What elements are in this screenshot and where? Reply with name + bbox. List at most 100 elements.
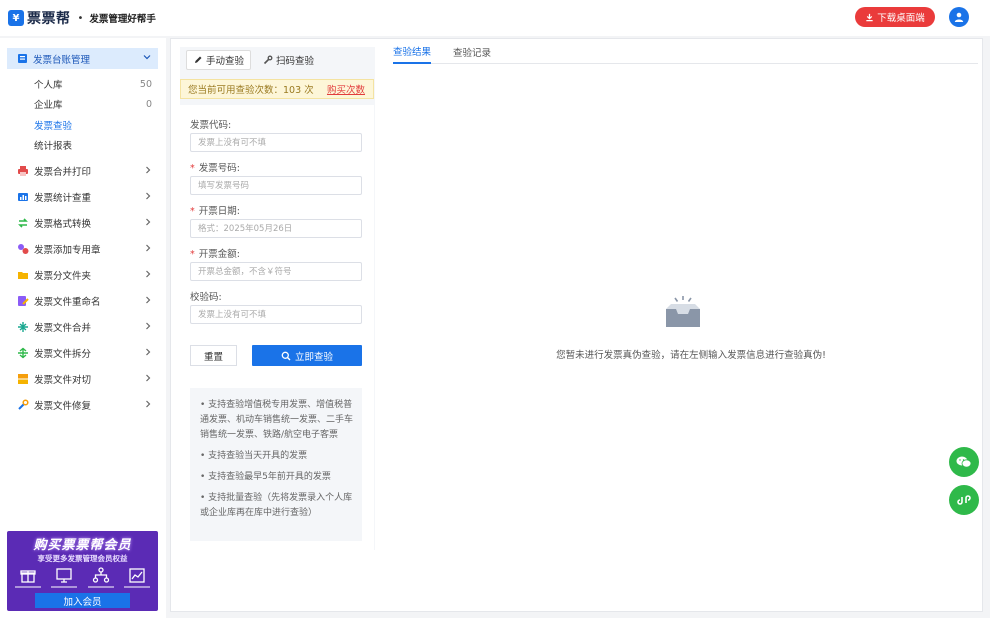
sidebar-item-invoice-check[interactable]: 发票查验	[34, 117, 152, 133]
sidebar-item-label: 发票分文件夹	[34, 271, 92, 282]
item-count: 0	[145, 98, 152, 110]
sidebar-item-label: 企业库	[34, 100, 63, 111]
sidebar-item-label: 发票合并打印	[34, 167, 92, 178]
gift-icon	[15, 566, 41, 588]
wrench-icon	[263, 55, 273, 65]
quota-text: 您当前可用查验次数：103 次	[188, 85, 314, 96]
sidebar-item-label: 发票文件拆分	[34, 349, 92, 360]
promo-benefit-icons	[15, 566, 150, 588]
cut-icon	[17, 373, 29, 385]
logo-separator: •	[77, 12, 84, 24]
calendar-chart-icon	[123, 566, 150, 588]
sidebar-item-company-library[interactable]: 企业库 0	[34, 96, 152, 112]
chevron-right-icon	[146, 348, 151, 356]
chevron-right-icon	[146, 218, 151, 226]
sidebar-item-format-convert[interactable]: 发票格式转换	[17, 214, 153, 232]
sidebar-item-rename-files[interactable]: 发票文件重命名	[17, 292, 153, 310]
stats-icon	[17, 191, 29, 203]
tab-check-history[interactable]: 查验记录	[453, 39, 491, 64]
note-item: • 支持批量查验（先将发票录入个人库或企业库再在库中进行查验）	[200, 493, 353, 518]
check-code-input[interactable]	[190, 305, 362, 324]
invoice-amount-label: * 开票金额:	[190, 249, 240, 260]
main-content: 手动查验 扫码查验 您当前可用查验次数：103 次 购买次数 发票代码: *发票…	[170, 38, 983, 612]
search-icon	[281, 351, 291, 360]
sidebar-item-label: 发票添加专用章	[34, 245, 101, 256]
tab-manual-check[interactable]: 手动查验	[186, 50, 252, 70]
check-quota-notice: 您当前可用查验次数：103 次 购买次数	[180, 79, 374, 99]
tab-scan-check[interactable]: 扫码查验	[257, 50, 320, 70]
sidebar-item-label: 发票文件对切	[34, 375, 92, 386]
check-support-notes: • 支持查验增值税专用发票、增值税普通发票、机动车销售统一发票、二手车销售统一发…	[190, 388, 362, 541]
merge-icon	[17, 321, 29, 333]
tab-label: 手动查验	[206, 56, 245, 67]
app-logo[interactable]: ¥ 票票帮 • 发票管理好帮手	[8, 8, 156, 28]
chevron-right-icon	[146, 244, 151, 252]
sidebar-item-repair-files[interactable]: 发票文件修复	[17, 396, 153, 414]
chevron-right-icon	[146, 322, 151, 330]
wechat-float-button[interactable]	[949, 447, 979, 477]
mini-program-icon	[957, 495, 971, 505]
sidebar-item-label: 发票查验	[34, 121, 73, 132]
reset-button[interactable]: 重置	[190, 345, 237, 366]
invoice-code-input[interactable]	[190, 133, 362, 152]
sidebar-item-merge-print[interactable]: 发票合并打印	[17, 162, 153, 180]
folder-icon	[17, 269, 29, 281]
note-item: • 支持查验增值税专用发票、增值税普通发票、机动车销售统一发票、二手车销售统一发…	[200, 400, 354, 440]
stamp-icon	[17, 243, 29, 255]
chevron-right-icon	[146, 296, 151, 304]
chevron-down-icon	[143, 55, 151, 60]
sidebar-item-add-stamp[interactable]: 发票添加专用章	[17, 240, 153, 258]
invoice-amount-input[interactable]	[190, 262, 362, 281]
membership-promo-banner[interactable]: 购买票票帮会员 享受更多发票管理会员权益 加入会员	[7, 531, 158, 611]
chevron-right-icon	[146, 192, 151, 200]
invoice-code-label: 发票代码:	[190, 120, 232, 131]
mini-program-float-button[interactable]	[949, 485, 979, 515]
sidebar-item-split-folders[interactable]: 发票分文件夹	[17, 266, 153, 284]
chevron-right-icon	[146, 400, 151, 408]
sidebar-group-invoice-ledger[interactable]: 发票台账管理	[7, 48, 158, 69]
sidebar-item-merge-files[interactable]: 发票文件合并	[17, 318, 153, 336]
repair-icon	[17, 399, 29, 411]
convert-icon	[17, 217, 29, 229]
sidebar-item-half-cut[interactable]: 发票文件对切	[17, 370, 153, 388]
download-desktop-button[interactable]: 下载桌面端	[855, 7, 935, 27]
check-code-label: 校验码:	[190, 292, 222, 303]
sidebar-item-label: 个人库	[34, 80, 63, 91]
buy-checks-link[interactable]: 购买次数	[327, 82, 365, 96]
tab-label: 扫码查验	[276, 56, 315, 67]
monitor-icon	[51, 566, 78, 588]
issue-date-input[interactable]	[190, 219, 362, 238]
sidebar-item-stats-dedupe[interactable]: 发票统计查重	[17, 188, 153, 206]
sidebar-group-label: 发票台账管理	[33, 54, 91, 66]
tab-check-result[interactable]: 查验结果	[393, 39, 432, 64]
logo-mark: ¥	[8, 10, 24, 26]
rename-icon	[17, 295, 29, 307]
download-label: 下载桌面端	[877, 13, 925, 24]
sidebar-item-label: 发票统计查重	[34, 193, 92, 204]
sidebar-item-label: 发票文件修复	[34, 401, 92, 412]
result-tabs: 查验结果 查验记录	[393, 39, 978, 64]
promo-subtitle: 享受更多发票管理会员权益	[37, 554, 128, 563]
issue-date-label: * 开票日期:	[190, 206, 240, 217]
chevron-right-icon	[146, 166, 151, 174]
download-icon	[866, 13, 873, 21]
chevron-right-icon	[146, 374, 151, 382]
split-icon	[17, 347, 29, 359]
user-avatar[interactable]	[949, 7, 969, 27]
sidebar-item-split-files[interactable]: 发票文件拆分	[17, 344, 153, 362]
invoice-number-input[interactable]	[190, 176, 362, 195]
item-count: 50	[139, 78, 152, 90]
join-membership-button[interactable]: 加入会员	[35, 593, 130, 608]
promo-title: 购买票票帮会员	[33, 538, 132, 553]
app-slogan: 发票管理好帮手	[89, 14, 156, 25]
pen-icon	[195, 56, 202, 63]
sidebar-item-label: 发票格式转换	[34, 219, 92, 230]
note-item: • 支持查验最早5年前开具的发票	[200, 472, 331, 482]
check-mode-tabs: 手动查验 扫码查验	[186, 50, 320, 72]
check-now-label: 立即查验	[294, 351, 333, 363]
check-now-button[interactable]: 立即查验	[252, 345, 362, 366]
sidebar-item-personal-library[interactable]: 个人库 50	[34, 76, 152, 92]
printer-icon	[17, 165, 29, 177]
sidebar-item-statistics-report[interactable]: 统计报表	[34, 137, 152, 153]
ledger-icon	[18, 54, 27, 63]
